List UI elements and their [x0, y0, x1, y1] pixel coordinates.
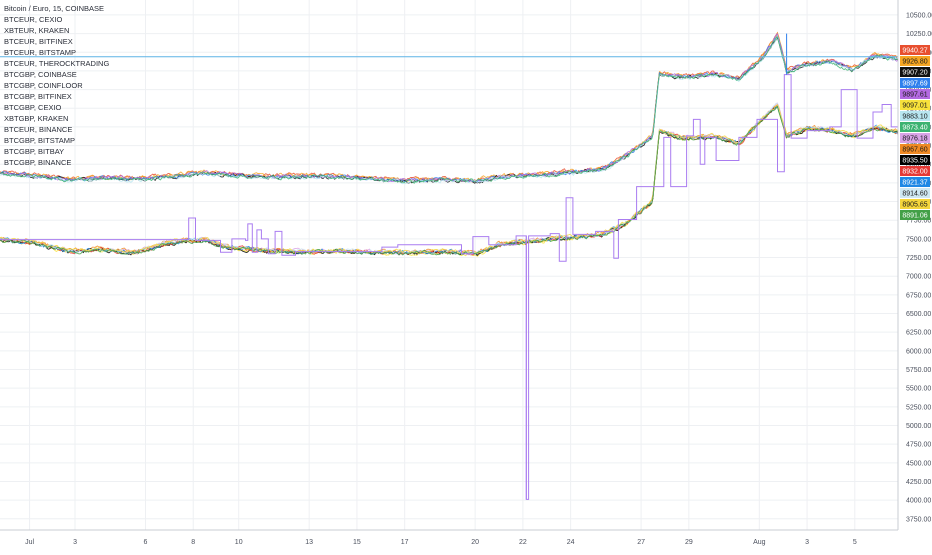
x-tick-label: 3 [73, 539, 77, 546]
y-tick-label: 5250.00 [906, 404, 931, 411]
purple-overlay-line [0, 33, 899, 500]
x-tick-label: 10 [235, 539, 243, 546]
y-tick-label: 6500.00 [906, 311, 931, 318]
series-line [0, 34, 899, 185]
legend: Bitcoin / Euro, 15, COINBASE BTCEUR, CEX… [4, 3, 109, 168]
last-value-label: 8976.18 [902, 136, 927, 143]
legend-item[interactable]: BTCEUR, BINANCE [4, 124, 109, 135]
legend-item[interactable]: BTCGBP, BINANCE [4, 157, 109, 168]
series-lines [0, 31, 899, 257]
y-tick-label: 3750.00 [906, 516, 931, 523]
chart-area[interactable]: 3750.00 4000.00 4250.00 4500.00 4750.00 5000.… [0, 0, 932, 550]
last-value-label: 9897.69 [902, 81, 927, 88]
y-tick-label: 4000.00 [906, 498, 931, 505]
legend-item[interactable]: XBTGBP, KRAKEN [4, 113, 109, 124]
last-value-label: 8905.65 [902, 202, 927, 209]
last-value-label: 9873.40 [902, 125, 927, 132]
x-tick-label: 5 [853, 539, 857, 546]
x-tick-label: 24 [567, 539, 575, 546]
y-tick-label: 7000.00 [906, 274, 931, 281]
series-line [0, 105, 899, 257]
last-value-label: 8935.50 [902, 158, 927, 165]
y-tick-label: 4250.00 [906, 479, 931, 486]
last-value-label: 8891.06 [902, 213, 927, 220]
chart-title[interactable]: Bitcoin / Euro, 15, COINBASE [4, 3, 109, 14]
x-tick-label: 27 [637, 539, 645, 546]
y-tick-label: 6750.00 [906, 292, 931, 299]
x-tick-label: 17 [401, 539, 409, 546]
grid [0, 0, 898, 530]
y-tick-label: 10250.00 [906, 31, 932, 38]
y-tick-label: 5750.00 [906, 367, 931, 374]
x-tick-label: 3 [805, 539, 809, 546]
last-value-label: 9097.01 [902, 103, 927, 110]
last-value-label: 9907.20 [902, 70, 927, 77]
legend-item[interactable]: BTCGBP, BITFINEX [4, 91, 109, 102]
last-value-label: 8967.60 [902, 147, 927, 154]
y-tick-label: 5000.00 [906, 423, 931, 430]
x-tick-label: Jul [25, 539, 34, 546]
series-line [0, 31, 899, 183]
legend-item[interactable]: BTCEUR, THEROCKTRADING [4, 58, 109, 69]
legend-item[interactable]: BTCEUR, BITFINEX [4, 36, 109, 47]
y-tick-label: 6250.00 [906, 330, 931, 337]
legend-item[interactable]: BTCGBP, COINBASE [4, 69, 109, 80]
axes: 3750.00 4000.00 4250.00 4500.00 4750.00 5000.… [0, 0, 932, 546]
y-tick-label: 4750.00 [906, 442, 931, 449]
last-value-label: 9926.80 [902, 59, 927, 66]
legend-item[interactable]: XBTEUR, KRAKEN [4, 25, 109, 36]
series-line [0, 37, 899, 184]
y-tick-label: 6000.00 [906, 348, 931, 355]
x-tick-label: Aug [753, 539, 766, 546]
y-tick-label: 10500.00 [906, 12, 932, 19]
last-value-label: 9883.10 [902, 114, 927, 121]
legend-item[interactable]: BTCGBP, COINFLOOR [4, 80, 109, 91]
last-value-badges: 9940.27 9926.80 9907.20 9897.69 9897.61 9097.… [900, 45, 930, 220]
x-tick-label: 8 [191, 539, 195, 546]
legend-item[interactable]: BTCGBP, CEXIO [4, 102, 109, 113]
y-tick-label: 7500.00 [906, 236, 931, 243]
legend-item[interactable]: BTCEUR, BITSTAMP [4, 47, 109, 58]
x-tick-label: 15 [353, 539, 361, 546]
last-value-label: 9940.27 [902, 48, 927, 55]
legend-items: BTCEUR, CEXIO XBTEUR, KRAKEN BTCEUR, BITFI… [4, 14, 109, 168]
x-tick-label: 20 [471, 539, 479, 546]
last-value-label: 8914.60 [902, 191, 927, 198]
y-tick-label: 7250.00 [906, 255, 931, 262]
legend-item[interactable]: BTCGBP, BITBAY [4, 146, 109, 157]
legend-item[interactable]: BTCGBP, BITSTAMP [4, 135, 109, 146]
x-tick-label: 22 [519, 539, 527, 546]
y-tick-label: 5500.00 [906, 386, 931, 393]
x-tick-label: 6 [144, 539, 148, 546]
last-value-label: 8932.00 [902, 169, 927, 176]
x-tick-label: 29 [685, 539, 693, 546]
last-value-label: 8921.37 [902, 180, 927, 187]
legend-item[interactable]: BTCEUR, CEXIO [4, 14, 109, 25]
overlay-step-line [0, 74, 899, 500]
x-tick-label: 13 [305, 539, 313, 546]
last-value-label: 9897.61 [902, 92, 927, 99]
y-tick-label: 4500.00 [906, 460, 931, 467]
price-chart[interactable]: 3750.00 4000.00 4250.00 4500.00 4750.00 5000.… [0, 0, 932, 550]
